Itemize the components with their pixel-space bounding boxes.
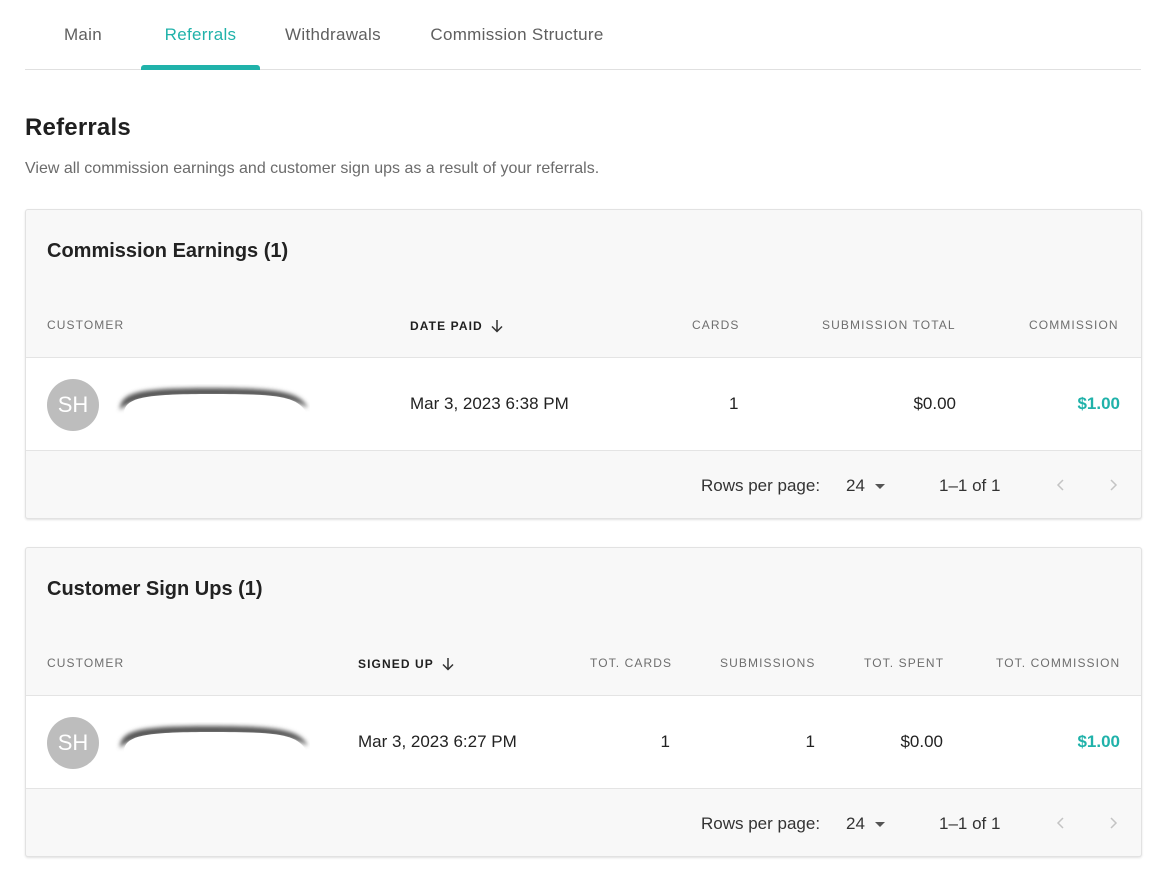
commission-earnings-card: Commission Earnings (1) CUSTOMER DATE PA… <box>25 209 1142 519</box>
column-header-commission[interactable]: COMMISSION <box>1029 318 1119 332</box>
chevron-right-icon <box>1110 817 1118 829</box>
tab-commission-structure[interactable]: Commission Structure <box>417 0 617 69</box>
signed-up-cell: Mar 3, 2023 6:27 PM <box>358 732 517 751</box>
column-header-tot-spent[interactable]: TOT. SPENT <box>864 656 944 670</box>
chevron-left-icon <box>1056 817 1064 829</box>
tot-spent-cell: $0.00 <box>900 732 943 751</box>
commission-cell: $1.00 <box>1077 394 1120 413</box>
tab-bar: Main Referrals Withdrawals Commission St… <box>25 0 1141 70</box>
page-description: View all commission earnings and custome… <box>25 160 600 177</box>
column-header-customer[interactable]: CUSTOMER <box>47 656 124 670</box>
rows-per-page-select[interactable]: 24 <box>846 472 896 500</box>
column-header-tot-commission[interactable]: TOT. COMMISSION <box>996 656 1120 670</box>
chevron-left-icon <box>1056 479 1064 491</box>
customer-signups-card: Customer Sign Ups (1) CUSTOMER SIGNED UP… <box>25 547 1142 857</box>
tot-cards-cell: 1 <box>660 732 670 751</box>
rows-per-page-value: 24 <box>846 476 865 495</box>
caret-down-icon <box>874 483 885 489</box>
rows-per-page-select[interactable]: 24 <box>846 810 896 838</box>
column-header-tot-cards[interactable]: TOT. CARDS <box>590 656 672 670</box>
column-header-submission-total[interactable]: SUBMISSION TOTAL <box>822 318 956 332</box>
date-paid-cell: Mar 3, 2023 6:38 PM <box>410 394 569 413</box>
table-pagination: Rows per page: 24 1–1 of 1 <box>26 451 1141 518</box>
card-title: Customer Sign Ups (1) <box>47 578 263 600</box>
column-header-label: DATE PAID <box>410 319 483 333</box>
active-tab-indicator <box>141 65 260 70</box>
tab-main[interactable]: Main <box>41 0 125 69</box>
cards-cell: 1 <box>729 394 739 413</box>
table-pagination: Rows per page: 24 1–1 of 1 <box>26 789 1141 856</box>
tot-commission-cell: $1.00 <box>1077 732 1120 751</box>
page-title: Referrals <box>25 114 131 141</box>
table-row[interactable]: SH Mar 3, 2023 6:38 PM 1 $0.00 $1.00 <box>26 357 1141 451</box>
column-header-signed-up[interactable]: SIGNED UP <box>358 656 456 675</box>
avatar: SH <box>47 379 99 431</box>
rows-per-page-value: 24 <box>846 814 865 833</box>
pagination-range: 1–1 of 1 <box>939 814 1001 833</box>
chevron-right-icon <box>1110 479 1118 491</box>
column-header-cards[interactable]: CARDS <box>692 318 740 332</box>
submissions-cell: 1 <box>805 732 815 751</box>
pagination-range: 1–1 of 1 <box>939 476 1001 495</box>
table-row[interactable]: SH Mar 3, 2023 6:27 PM 1 1 $0.00 $1.00 <box>26 695 1141 789</box>
rows-per-page-label: Rows per page: <box>701 814 821 833</box>
arrow-down-icon <box>489 318 505 337</box>
submission-total-cell: $0.00 <box>913 394 956 413</box>
column-header-customer[interactable]: CUSTOMER <box>47 318 124 332</box>
column-header-label: SIGNED UP <box>358 657 434 671</box>
previous-page-button[interactable] <box>1049 811 1073 835</box>
tab-withdrawals[interactable]: Withdrawals <box>273 0 393 69</box>
previous-page-button[interactable] <box>1049 473 1073 497</box>
redacted-customer-name <box>120 726 308 752</box>
tab-referrals[interactable]: Referrals <box>141 0 260 69</box>
caret-down-icon <box>874 821 885 827</box>
referrals-page: Main Referrals Withdrawals Commission St… <box>0 0 1163 871</box>
redacted-customer-name <box>120 388 308 414</box>
avatar: SH <box>47 717 99 769</box>
column-header-date-paid[interactable]: DATE PAID <box>410 318 505 337</box>
next-page-button[interactable] <box>1101 473 1125 497</box>
arrow-down-icon <box>440 656 456 675</box>
column-header-submissions[interactable]: SUBMISSIONS <box>720 656 815 670</box>
next-page-button[interactable] <box>1101 811 1125 835</box>
rows-per-page-label: Rows per page: <box>701 476 821 495</box>
card-title: Commission Earnings (1) <box>47 240 289 262</box>
